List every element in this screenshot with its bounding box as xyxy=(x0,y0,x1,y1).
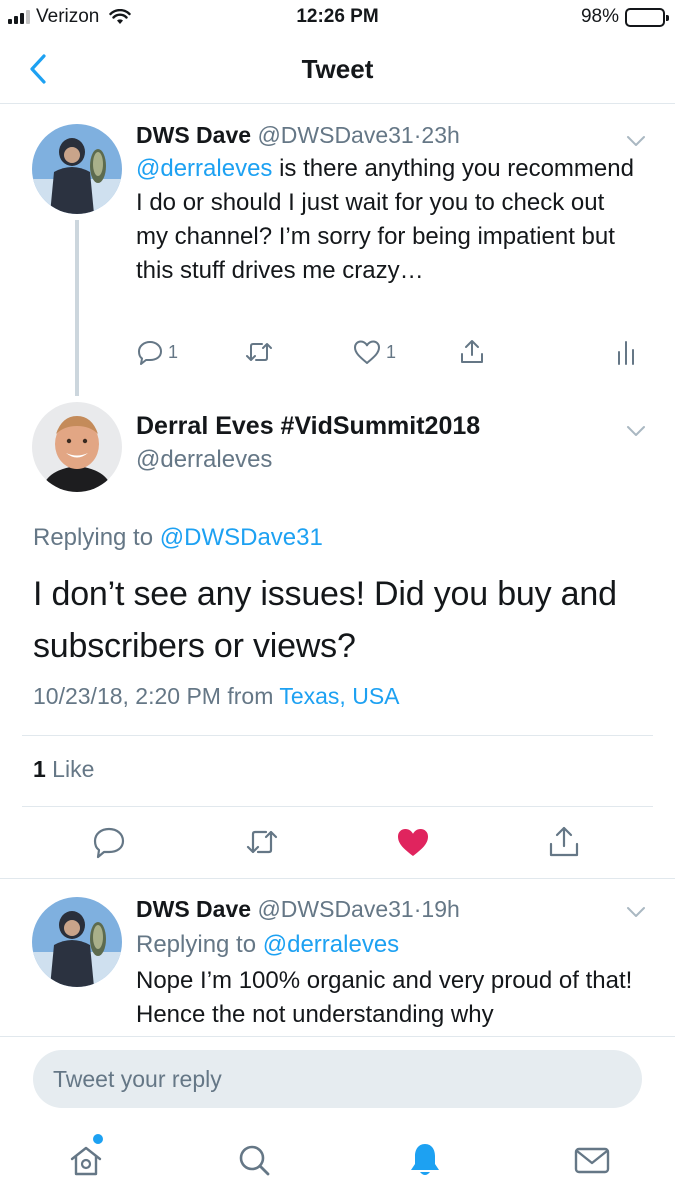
avatar-image xyxy=(32,124,122,214)
home-icon[interactable] xyxy=(66,1140,106,1180)
replying-mention-link[interactable]: @derraleves xyxy=(263,931,399,958)
battery-icon xyxy=(625,7,669,27)
like-action[interactable]: 1 xyxy=(352,338,396,366)
author-handle[interactable]: @DWSDave31 xyxy=(257,122,413,148)
tweet-text: Nope I’m 100% organic and very proud of … xyxy=(136,967,633,1028)
tab-bar xyxy=(0,1122,675,1200)
like-icon xyxy=(354,340,380,364)
nav-header: Tweet xyxy=(0,36,675,104)
replying-to: Replying to @DWSDave31 xyxy=(33,524,323,552)
analytics-action[interactable] xyxy=(614,338,638,366)
reply-icon[interactable] xyxy=(91,824,127,860)
reply-input[interactable] xyxy=(33,1050,642,1108)
retweet-action[interactable] xyxy=(244,338,274,366)
chevron-down-icon[interactable] xyxy=(625,424,647,438)
tweet-content: DWS Dave @DWSDave31·23h @derraleves is t… xyxy=(136,120,635,288)
reply-tweet[interactable]: DWS Dave @DWSDave31·19h Replying to @der… xyxy=(0,879,675,1036)
share-action[interactable] xyxy=(458,338,486,366)
status-bar: Verizon 12:26 PM 98% xyxy=(0,0,675,36)
home-unread-dot xyxy=(93,1134,103,1144)
avatar-image xyxy=(32,402,122,492)
tweet-time: 23h xyxy=(421,122,460,148)
tweet-header: DWS Dave @DWSDave31·23h xyxy=(136,120,635,150)
thread-connector xyxy=(75,220,79,396)
retweet-icon xyxy=(246,343,272,361)
replying-to: Replying to @derraleves xyxy=(136,928,635,962)
tweet-content: DWS Dave @DWSDave31·19h Replying to @der… xyxy=(136,894,635,1032)
page-title: Tweet xyxy=(301,54,374,84)
search-icon[interactable] xyxy=(234,1140,274,1180)
author-handle[interactable]: @DWSDave31 xyxy=(257,896,413,922)
chevron-down-icon[interactable] xyxy=(625,134,647,148)
tweet-meta: 10/23/18, 2:20 PM from Texas, USA xyxy=(33,683,400,710)
status-time: 12:26 PM xyxy=(296,6,379,27)
likes-summary[interactable]: 1 Like xyxy=(33,756,94,783)
likes-label: Like xyxy=(45,756,95,782)
author-handle[interactable]: @derraleves xyxy=(136,446,272,474)
divider xyxy=(22,735,653,736)
focused-avatar[interactable] xyxy=(32,402,122,492)
avatar[interactable] xyxy=(32,124,122,214)
reply-count: 1 xyxy=(168,341,179,362)
divider xyxy=(22,806,653,807)
reply-icon xyxy=(138,341,162,365)
retweet-icon[interactable] xyxy=(244,824,280,860)
messages-icon[interactable] xyxy=(572,1140,612,1180)
avatar[interactable] xyxy=(32,897,122,987)
mention-link[interactable]: @derraleves xyxy=(136,155,272,182)
liked-heart-icon[interactable] xyxy=(395,824,431,860)
thread-tweet[interactable]: DWS Dave @DWSDave31·23h @derraleves is t… xyxy=(0,104,675,396)
reply-action[interactable]: 1 xyxy=(136,338,178,366)
share-icon[interactable] xyxy=(546,824,582,860)
chevron-down-icon[interactable] xyxy=(625,905,647,919)
avatar-image xyxy=(32,897,122,987)
reply-composer-bar xyxy=(0,1036,675,1122)
share-icon xyxy=(461,340,483,363)
battery-group: 98% xyxy=(580,6,669,28)
author-name[interactable]: DWS Dave xyxy=(136,896,251,922)
battery-percent: 98% xyxy=(580,6,619,27)
tweet-text: @derraleves is there anything you recomm… xyxy=(136,152,635,288)
from-label: from xyxy=(220,683,280,709)
tweet-time: 19h xyxy=(421,896,460,922)
focused-tweet-text: I don’t see any issues! Did you buy and … xyxy=(33,575,617,665)
replying-mention-link[interactable]: @DWSDave31 xyxy=(160,524,323,551)
author-name[interactable]: DWS Dave xyxy=(136,122,251,148)
analytics-icon xyxy=(618,341,634,365)
tweet-timestamp: 10/23/18, 2:20 PM xyxy=(33,683,221,709)
notifications-icon[interactable] xyxy=(405,1140,445,1180)
tweet-actions: 1 1 xyxy=(136,338,646,370)
author-name[interactable]: Derral Eves #VidSummit2018 xyxy=(136,412,480,441)
tweet-header: DWS Dave @DWSDave31·19h xyxy=(136,894,635,924)
like-count: 1 xyxy=(386,341,397,362)
likes-count: 1 xyxy=(33,756,46,782)
replying-prefix: Replying to xyxy=(136,931,263,958)
location-link[interactable]: Texas, USA xyxy=(279,683,399,709)
replying-prefix: Replying to xyxy=(33,524,160,551)
focused-tweet-actions xyxy=(0,818,675,870)
